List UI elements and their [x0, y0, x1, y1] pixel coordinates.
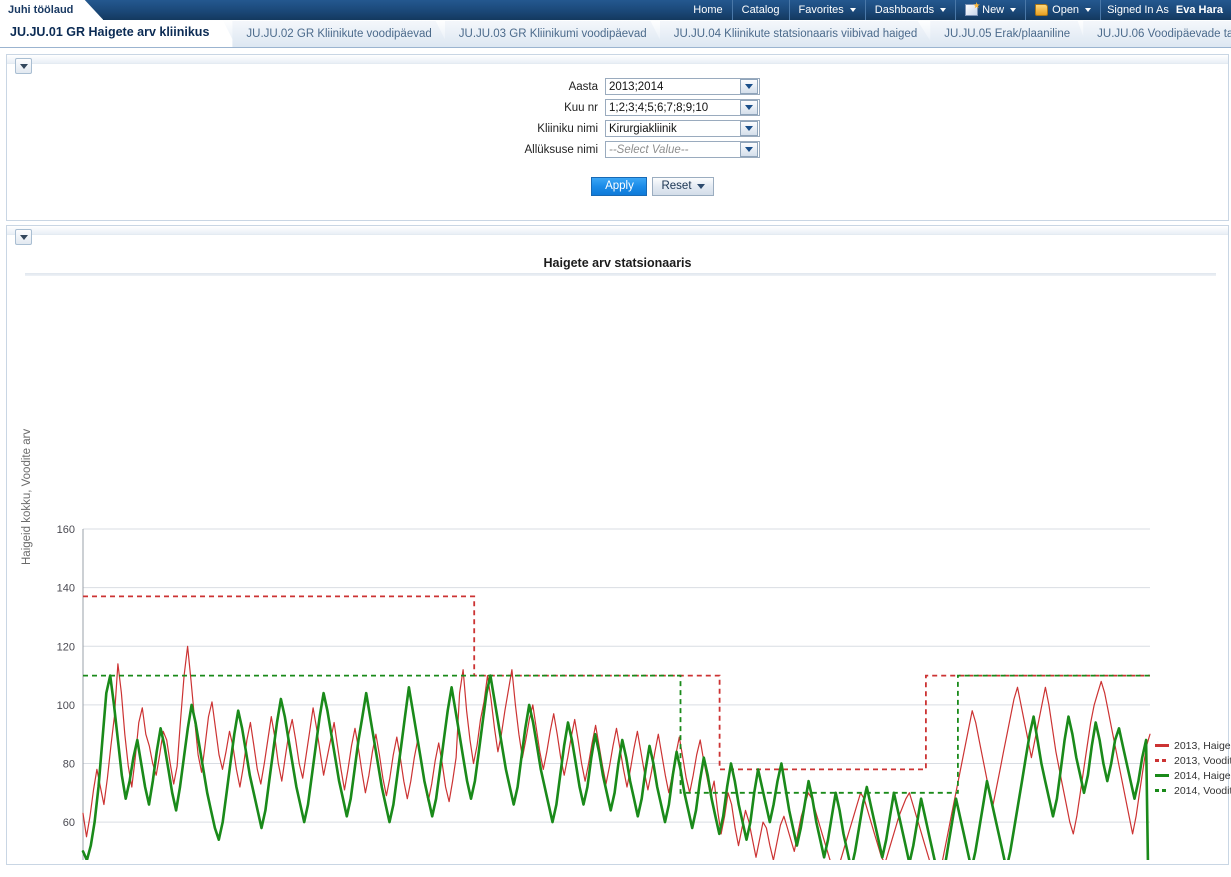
nav-favorites-label: Favorites [798, 4, 844, 16]
prompt-row-alluksuse-nimi: Allüksuse nimi --Select Value-- [475, 141, 760, 158]
chevron-down-icon [849, 8, 856, 12]
nav-catalog-label: Catalog [741, 4, 780, 16]
chevron-down-icon [1010, 8, 1017, 12]
prompt-field-kliiniku-nimi[interactable]: Kirurgiakliinik [605, 120, 760, 137]
svg-text:100: 100 [57, 700, 75, 712]
nav-open[interactable]: Open [1025, 0, 1100, 20]
prompt-label-kliiniku-nimi: Kliiniku nimi [537, 122, 598, 135]
prompt-row-aasta: Aasta 2013;2014 [475, 78, 760, 95]
dashboard-body: Aasta 2013;2014 Kuu nr 1;2;3;4;5;6;7;8;9… [0, 48, 1231, 877]
legend-swatch-icon [1155, 744, 1169, 747]
nav-catalog[interactable]: Catalog [731, 0, 789, 20]
dashboard-title: Juhi töölaud [0, 0, 104, 20]
chart-container: Haigete arv statsionaaris Haigeid kokku,… [7, 235, 1231, 860]
prompt-field-alluksuse-nimi[interactable]: --Select Value-- [605, 141, 760, 158]
open-folder-icon [1035, 4, 1049, 16]
signed-in-as: Signed In As Eva Hara [1100, 0, 1229, 20]
svg-text:60: 60 [63, 817, 75, 829]
svg-text:160: 160 [57, 524, 75, 536]
prompt-form: Aasta 2013;2014 Kuu nr 1;2;3;4;5;6;7;8;9… [7, 64, 1228, 196]
legend-swatch-icon [1155, 774, 1169, 777]
chart-section: Haigete arv statsionaaris Haigeid kokku,… [6, 225, 1231, 865]
legend-item[interactable]: 2014, Voodite arv [1155, 783, 1231, 798]
reset-button[interactable]: Reset [652, 177, 714, 196]
reset-button-label: Reset [661, 180, 692, 192]
chevron-down-icon [940, 8, 947, 12]
legend-swatch-icon [1155, 789, 1169, 792]
prompts-section: Aasta 2013;2014 Kuu nr 1;2;3;4;5;6;7;8;9… [6, 54, 1229, 221]
prompts-collapse-button[interactable] [15, 58, 32, 74]
nav-new-label: New [982, 4, 1005, 16]
prompt-value-alluksuse-nimi: --Select Value-- [609, 143, 689, 156]
prompt-buttons: Apply Reset [591, 177, 714, 196]
global-header: Juhi töölaud Home Catalog Favorites Dash… [0, 0, 1231, 20]
nav-home[interactable]: Home [684, 0, 731, 20]
legend-swatch-icon [1155, 759, 1169, 762]
nav-open-label: Open [1052, 4, 1080, 16]
chart-legend: 2013, Haigeid kokku 2013, Voodite arv 2014… [1155, 738, 1231, 798]
legend-label: 2014, Haigeid kokku [1174, 769, 1231, 782]
legend-item[interactable]: 2014, Haigeid kokku [1155, 768, 1231, 783]
chevron-down-icon[interactable] [740, 79, 758, 94]
legend-label: 2013, Voodite arv [1174, 754, 1231, 767]
prompt-field-aasta[interactable]: 2013;2014 [605, 78, 760, 95]
nav-dashboards[interactable]: Dashboards [864, 0, 955, 20]
nav-dashboards-label: Dashboards [874, 4, 935, 16]
tab-ju-ju-06[interactable]: JU.JU.06 Voodipäevade tabe [1083, 21, 1231, 47]
tab-ju-ju-05[interactable]: JU.JU.05 Erak/plaaniline [930, 21, 1088, 47]
signed-in-label: Signed In As [1107, 4, 1169, 16]
nav-favorites[interactable]: Favorites [788, 0, 865, 20]
prompt-label-alluksuse-nimi: Allüksuse nimi [524, 143, 599, 156]
chart-section-strip [7, 226, 1228, 235]
prompt-label-aasta: Aasta [568, 80, 598, 93]
prompt-value-kliiniku-nimi: Kirurgiakliinik [609, 122, 677, 135]
legend-label: 2013, Haigeid kokku [1174, 739, 1231, 752]
prompts-section-strip [7, 55, 1228, 64]
chevron-down-icon[interactable] [740, 142, 758, 157]
chevron-down-icon [696, 184, 705, 189]
prompt-row-kliiniku-nimi: Kliiniku nimi Kirurgiakliinik [475, 120, 760, 137]
tab-ju-ju-04[interactable]: JU.JU.04 Kliinikute statsionaaris viibiv… [659, 21, 935, 47]
apply-button[interactable]: Apply [591, 177, 648, 196]
nav-home-label: Home [693, 4, 723, 16]
new-document-icon [965, 4, 979, 16]
dashboard-page-tabs: JU.JU.01 GR Haigete arv kliinikus JU.JU.… [0, 20, 1231, 48]
global-nav-links: Home Catalog Favorites Dashboards New Op… [684, 0, 1231, 20]
chevron-down-icon[interactable] [740, 121, 758, 136]
prompt-value-aasta: 2013;2014 [609, 80, 664, 93]
tab-ju-ju-01[interactable]: JU.JU.01 GR Haigete arv kliinikus [0, 20, 237, 47]
chevron-down-icon [1085, 8, 1092, 12]
svg-text:140: 140 [57, 583, 75, 595]
legend-label: 2014, Voodite arv [1174, 784, 1231, 797]
prompt-field-kuu-nr[interactable]: 1;2;3;4;5;6;7;8;9;10 [605, 99, 760, 116]
prompt-row-kuu-nr: Kuu nr 1;2;3;4;5;6;7;8;9;10 [475, 99, 760, 116]
svg-text:80: 80 [63, 759, 75, 771]
tab-ju-ju-02[interactable]: JU.JU.02 GR Kliinikute voodipäevad [232, 21, 449, 47]
legend-item[interactable]: 2013, Voodite arv [1155, 753, 1231, 768]
chart-collapse-button[interactable] [15, 229, 32, 245]
chart-plot-area[interactable]: 0204060801001201401601 JAANUAR 11 JAANUA… [7, 235, 1231, 860]
tab-ju-ju-03[interactable]: JU.JU.03 GR Kliinikumi voodipäevad [444, 21, 664, 47]
legend-item[interactable]: 2013, Haigeid kokku [1155, 738, 1231, 753]
prompt-value-kuu-nr: 1;2;3;4;5;6;7;8;9;10 [609, 101, 709, 114]
prompt-label-kuu-nr: Kuu nr [564, 101, 598, 114]
nav-new[interactable]: New [955, 0, 1025, 20]
svg-text:120: 120 [57, 641, 75, 653]
user-name[interactable]: Eva Hara [1172, 4, 1223, 16]
chevron-down-icon[interactable] [740, 100, 758, 115]
